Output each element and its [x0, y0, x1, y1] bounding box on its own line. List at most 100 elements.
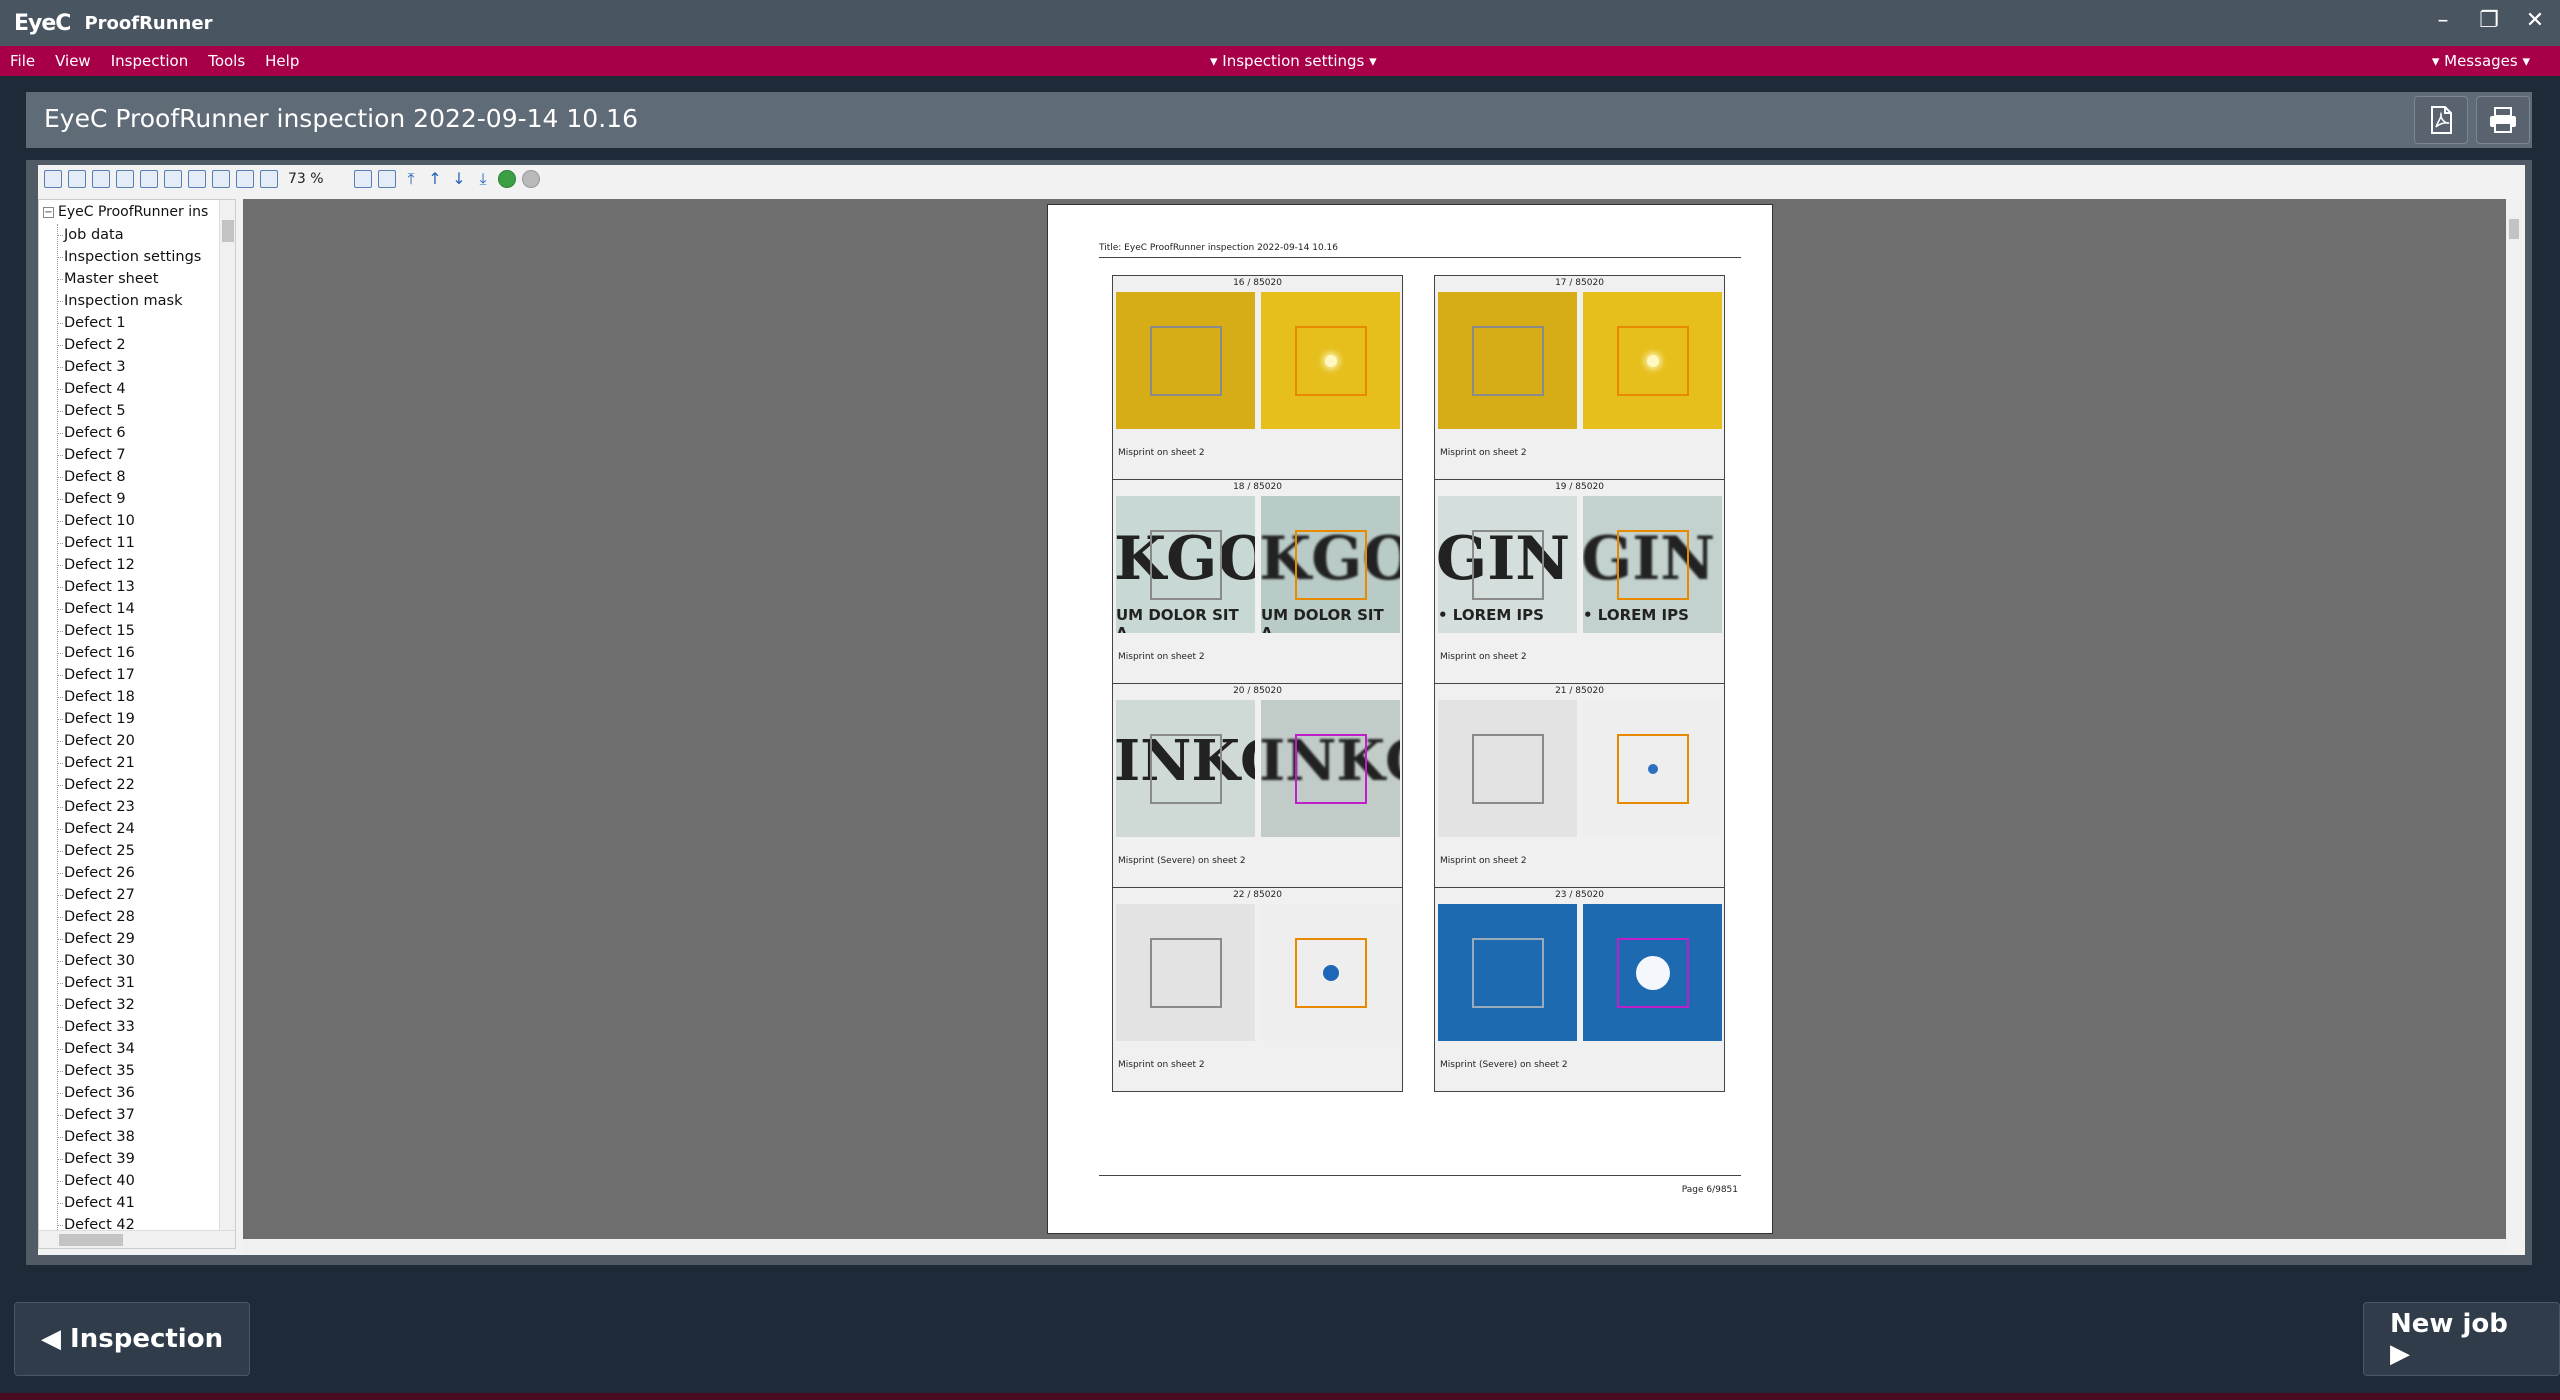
defect-caption: Misprint on sheet 2: [1118, 1060, 1205, 1070]
tree-item[interactable]: Master sheet: [58, 268, 201, 290]
image-subtext: • LOREM IPS: [1583, 606, 1689, 624]
defect-caption: Misprint (Severe) on sheet 2: [1440, 1060, 1568, 1070]
master-image: KGO UM DOLOR SIT A: [1116, 496, 1255, 633]
tree-item[interactable]: Defect 27: [58, 884, 201, 906]
print-icon[interactable]: [260, 170, 278, 188]
zoom-in-icon[interactable]: [140, 170, 158, 188]
tree-item[interactable]: Defect 28: [58, 906, 201, 928]
tree-item[interactable]: Defect 23: [58, 796, 201, 818]
inspection-settings-dropdown[interactable]: ▾ Inspection settings ▾: [1200, 52, 1387, 70]
tree-item[interactable]: Defect 18: [58, 686, 201, 708]
tree-item[interactable]: Defect 29: [58, 928, 201, 950]
first-page-icon[interactable]: ⤒: [402, 170, 420, 188]
sample-image: [1261, 292, 1400, 429]
menu-help[interactable]: Help: [255, 52, 309, 70]
menu-file[interactable]: File: [0, 52, 45, 70]
tree-item[interactable]: Defect 35: [58, 1060, 201, 1082]
tree-item[interactable]: Defect 26: [58, 862, 201, 884]
tree-item[interactable]: Defect 33: [58, 1016, 201, 1038]
zoom-out-icon[interactable]: [164, 170, 182, 188]
tree-item[interactable]: Defect 8: [58, 466, 201, 488]
defect-marker: [1295, 734, 1367, 804]
messages-dropdown[interactable]: ▾ Messages ▾: [2422, 52, 2540, 70]
tree-item[interactable]: Defect 37: [58, 1104, 201, 1126]
tree-item[interactable]: Defect 1: [58, 312, 201, 334]
tree-item[interactable]: Defect 19: [58, 708, 201, 730]
document-horizontal-scrollbar[interactable]: [243, 1239, 2506, 1253]
tree-item[interactable]: Job data: [58, 224, 201, 246]
tree-item[interactable]: Defect 4: [58, 378, 201, 400]
tree-item[interactable]: Defect 7: [58, 444, 201, 466]
report-tree[interactable]: − EyeC ProofRunner ins Job data Inspection…: [38, 199, 236, 1249]
defect-number: 22 / 85020: [1233, 890, 1282, 900]
last-page-icon[interactable]: ⤓: [474, 170, 492, 188]
tree-item[interactable]: Defect 25: [58, 840, 201, 862]
defect-caption: Misprint on sheet 2: [1440, 448, 1527, 458]
tree-horizontal-scrollbar[interactable]: [39, 1230, 235, 1248]
back-icon[interactable]: [498, 170, 516, 188]
tree-item[interactable]: Defect 10: [58, 510, 201, 532]
tree-item[interactable]: Defect 3: [58, 356, 201, 378]
menu-inspection[interactable]: Inspection: [101, 52, 198, 70]
tree-item[interactable]: Defect 21: [58, 752, 201, 774]
tree-item[interactable]: Defect 39: [58, 1148, 201, 1170]
page-view-icon[interactable]: [354, 170, 372, 188]
page-width-icon[interactable]: [212, 170, 230, 188]
next-page-icon[interactable]: ↓: [450, 170, 468, 188]
page-number: Page 6/9851: [1681, 1185, 1738, 1195]
app-logo: EyeC: [14, 11, 71, 36]
tree-item[interactable]: Defect 2: [58, 334, 201, 356]
tree-root[interactable]: − EyeC ProofRunner ins: [43, 204, 208, 220]
restore-icon[interactable]: ❐: [2474, 6, 2504, 36]
tree-item[interactable]: Inspection mask: [58, 290, 201, 312]
forward-icon[interactable]: [522, 170, 540, 188]
document-area[interactable]: Title: EyeC ProofRunner inspection 2022-…: [243, 199, 2506, 1239]
tree-item[interactable]: Inspection settings: [58, 246, 201, 268]
tree-item[interactable]: Defect 41: [58, 1192, 201, 1214]
tree-item[interactable]: Defect 22: [58, 774, 201, 796]
tree-item[interactable]: Defect 14: [58, 598, 201, 620]
menu-tools[interactable]: Tools: [198, 52, 255, 70]
back-to-inspection-button[interactable]: ◀ Inspection: [14, 1302, 251, 1376]
master-image: [1438, 904, 1577, 1041]
document-vertical-scrollbar[interactable]: [2506, 199, 2522, 1239]
tree-item[interactable]: Defect 6: [58, 422, 201, 444]
binoculars-icon[interactable]: [68, 170, 86, 188]
toggle-tree-icon[interactable]: [44, 170, 62, 188]
new-job-button[interactable]: New job ▶: [2363, 1302, 2560, 1376]
tree-item[interactable]: Defect 40: [58, 1170, 201, 1192]
select-icon[interactable]: [92, 170, 110, 188]
page-view-2-icon[interactable]: [378, 170, 396, 188]
image-subtext: UM DOLOR SIT A: [1116, 606, 1239, 633]
tree-item[interactable]: Defect 15: [58, 620, 201, 642]
tree-item[interactable]: Defect 36: [58, 1082, 201, 1104]
tree-item[interactable]: Defect 9: [58, 488, 201, 510]
previous-page-icon[interactable]: ↑: [426, 170, 444, 188]
tree-item[interactable]: Defect 16: [58, 642, 201, 664]
tree-item[interactable]: Defect 11: [58, 532, 201, 554]
collapse-icon[interactable]: −: [43, 206, 54, 218]
minimize-icon[interactable]: –: [2428, 6, 2458, 36]
tree-item[interactable]: Defect 24: [58, 818, 201, 840]
tree-item[interactable]: Defect 30: [58, 950, 201, 972]
tree-item[interactable]: Defect 20: [58, 730, 201, 752]
menu-view[interactable]: View: [45, 52, 101, 70]
tree-item[interactable]: Defect 5: [58, 400, 201, 422]
zoom-icon[interactable]: [116, 170, 134, 188]
tree-item[interactable]: Defect 38: [58, 1126, 201, 1148]
tree-item[interactable]: Defect 13: [58, 576, 201, 598]
page-fit-icon[interactable]: [236, 170, 254, 188]
zoom-select[interactable]: 73 %: [288, 171, 344, 187]
tree-item[interactable]: Defect 31: [58, 972, 201, 994]
zoom-fit-icon[interactable]: [188, 170, 206, 188]
tree-item[interactable]: Defect 34: [58, 1038, 201, 1060]
tree-list: Job data Inspection settings Master sheet I…: [57, 224, 201, 1236]
export-pdf-button[interactable]: [2414, 96, 2468, 144]
tree-item[interactable]: Defect 32: [58, 994, 201, 1016]
close-icon[interactable]: ✕: [2520, 6, 2550, 36]
tree-vertical-scrollbar[interactable]: [219, 200, 235, 1230]
reference-box: [1150, 938, 1222, 1008]
tree-item[interactable]: Defect 17: [58, 664, 201, 686]
print-button[interactable]: [2476, 96, 2530, 144]
tree-item[interactable]: Defect 12: [58, 554, 201, 576]
